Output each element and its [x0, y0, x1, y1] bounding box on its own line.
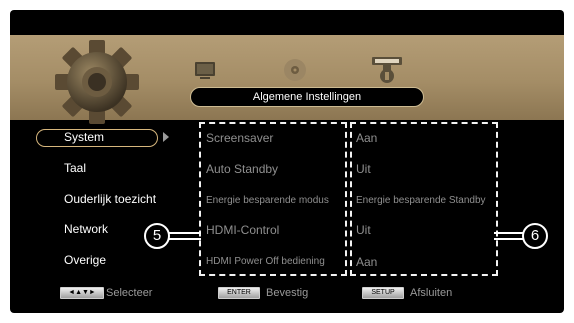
setting-label-hdmi-control[interactable]: HDMI-Control	[206, 222, 279, 238]
enter-key-icon: ENTER	[218, 287, 260, 299]
page-title: Algemene Instellingen	[190, 87, 424, 107]
callout-line-6-top	[494, 232, 524, 234]
header-banner: Algemene Instellingen	[10, 35, 564, 124]
chevron-right-icon	[163, 132, 169, 142]
callout-line-5-bottom	[168, 238, 201, 240]
tv-icon[interactable]	[194, 59, 216, 81]
setting-value-auto-standby[interactable]: Uit	[356, 161, 371, 177]
footer-label-selecteer: Selecteer	[106, 287, 153, 299]
setup-key-icon: SETUP	[362, 287, 404, 299]
setting-label-screensaver[interactable]: Screensaver	[206, 130, 273, 146]
menu-item-overige[interactable]: Overige	[64, 252, 106, 268]
setting-label-hdmi-power-off[interactable]: HDMI Power Off bediening	[206, 254, 325, 270]
setting-value-screensaver[interactable]: Aan	[356, 130, 377, 146]
setting-label-auto-standby[interactable]: Auto Standby	[206, 161, 278, 177]
menu-item-ouderlijk-toezicht[interactable]: Ouderlijk toezicht	[64, 191, 156, 207]
menu-item-network[interactable]: Network	[64, 221, 108, 237]
menu-item-taal[interactable]: Taal	[64, 160, 86, 176]
callout-5-badge: 5	[144, 223, 170, 249]
disc-icon[interactable]	[282, 57, 308, 83]
callout-6-badge: 6	[522, 223, 548, 249]
setting-value-hdmi-power-off[interactable]: Aan	[356, 254, 377, 270]
setup-screen: Algemene Instellingen System Taal Ouderl…	[10, 10, 564, 313]
usb-icon[interactable]	[370, 55, 404, 85]
callout-line-5-top	[168, 232, 201, 234]
setting-label-energie-besparende-modus[interactable]: Energie besparende modus	[206, 193, 329, 209]
footer-label-afsluiten: Afsluiten	[410, 287, 453, 299]
footer-label-bevestig: Bevestig	[266, 287, 309, 299]
arrow-keys-icon: ◄▲▼►	[60, 287, 104, 299]
setting-value-energie-besparende[interactable]: Energie besparende Standby	[356, 193, 486, 209]
gear-icon[interactable]	[54, 39, 140, 125]
setting-value-hdmi-control[interactable]: Uit	[356, 222, 371, 238]
menu-item-system[interactable]: System	[64, 129, 104, 145]
callout-line-6-bottom	[494, 238, 524, 240]
